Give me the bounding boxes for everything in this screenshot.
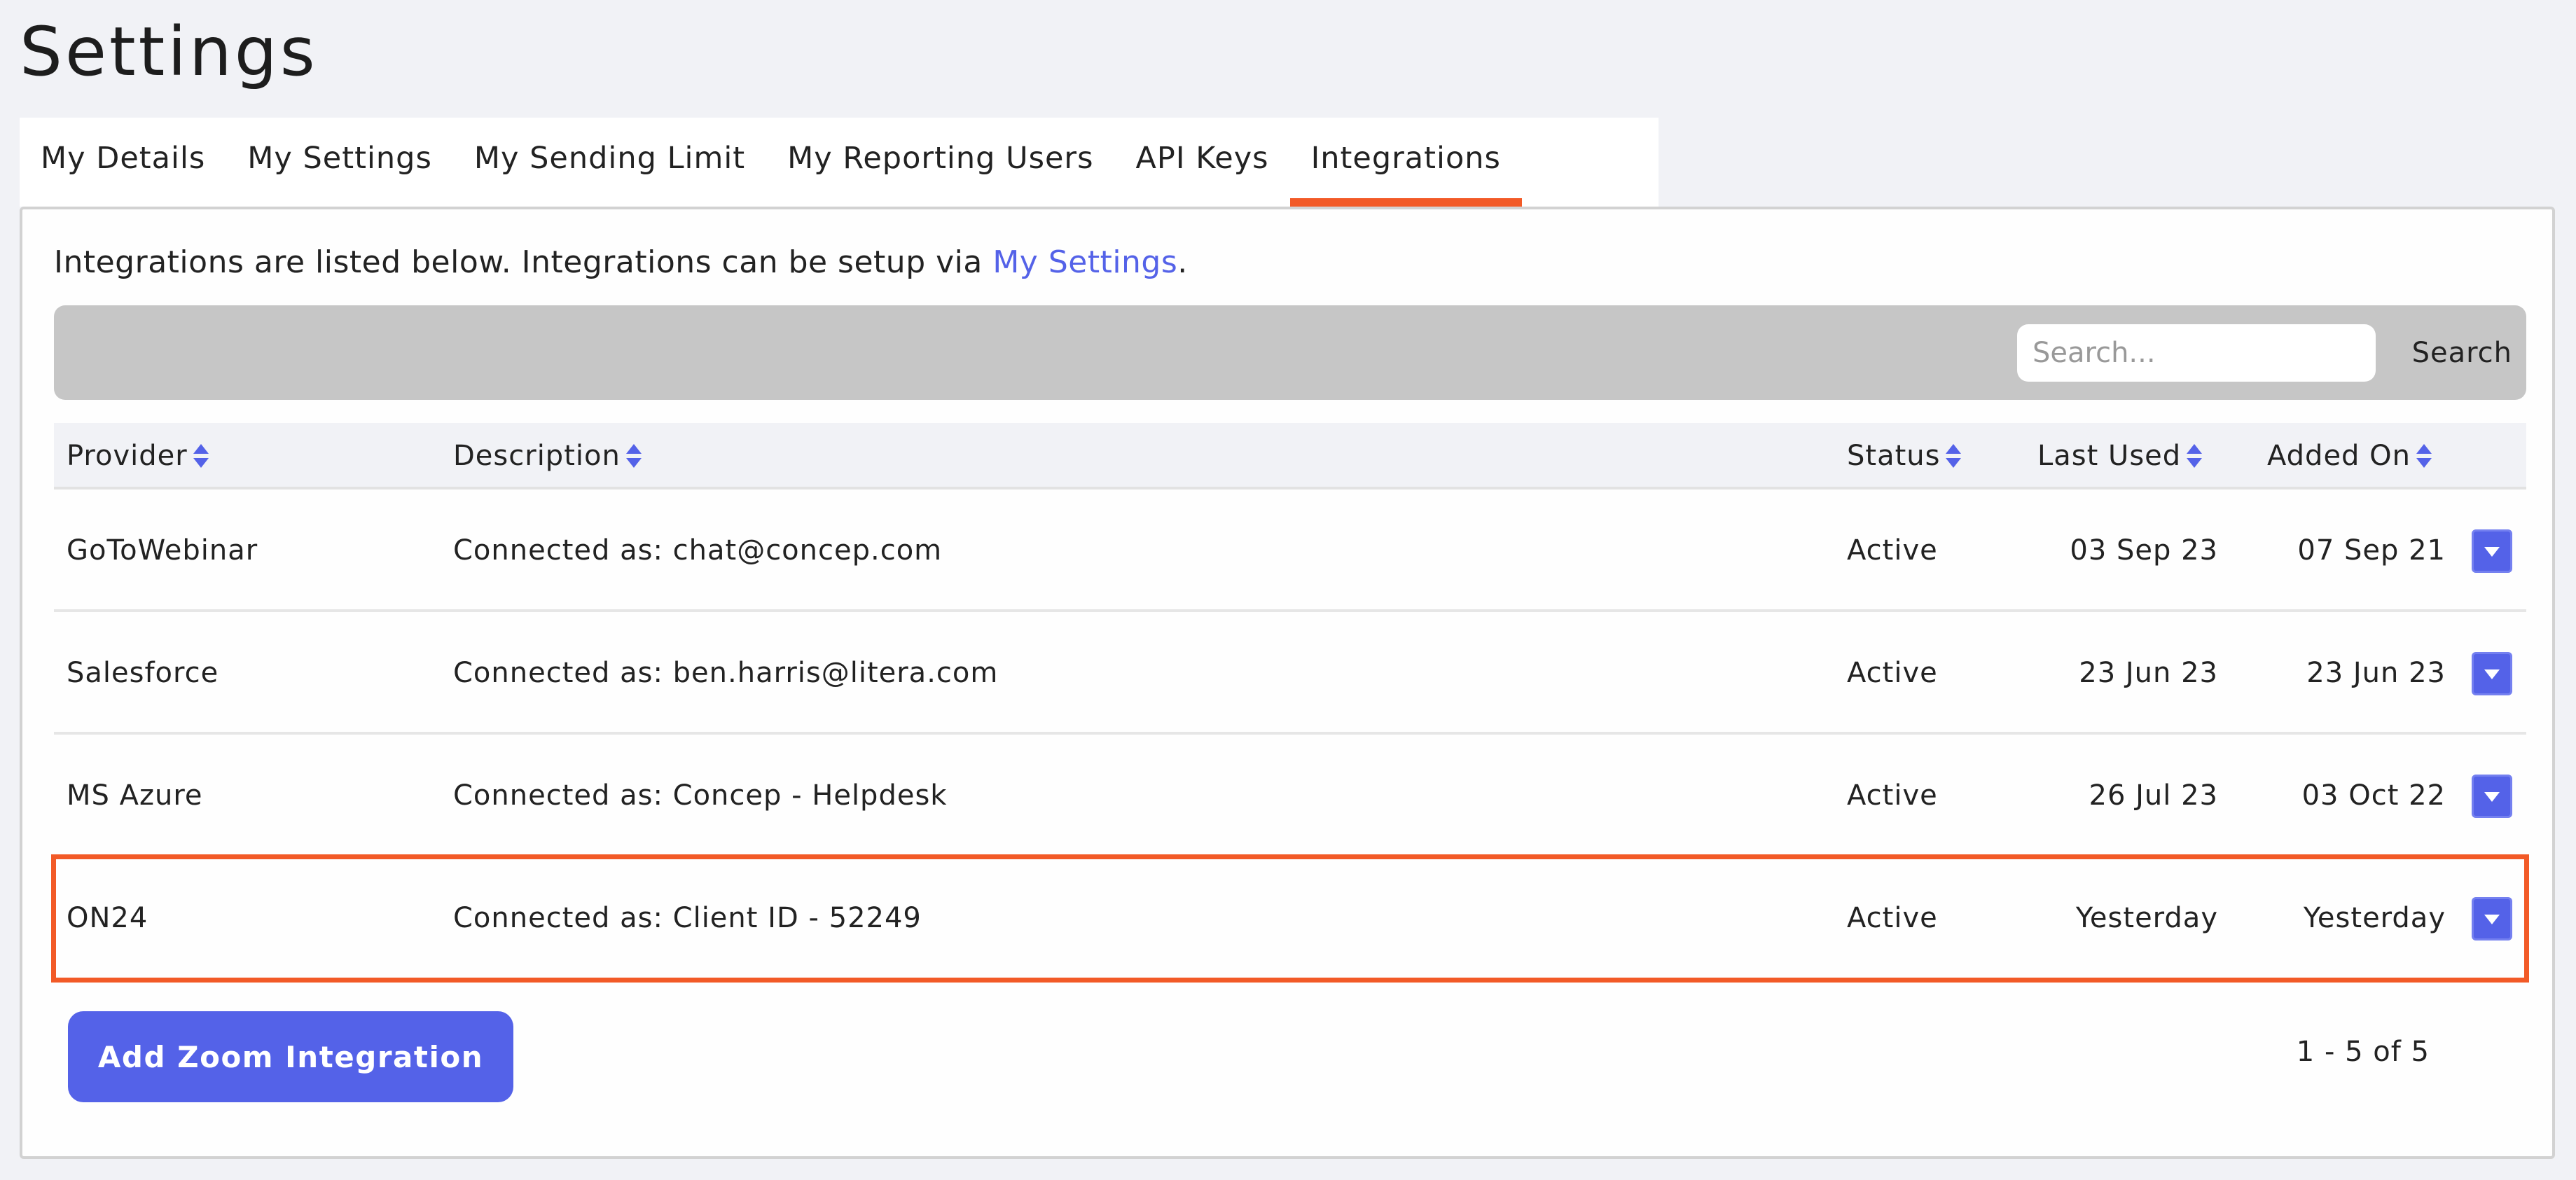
table-header: Provider Description Status Last Used Ad… [54,423,2526,490]
cell-last-used: 26 Jul 23 [2089,779,2218,812]
cell-provider: ON24 [67,902,148,934]
cell-description: Connected as: Concep - Helpdesk [453,779,948,812]
sort-icon [193,444,209,468]
cell-added-on: 07 Sep 21 [2297,534,2446,567]
tab-api-keys[interactable]: API Keys [1115,118,1290,207]
row-actions-dropdown-icon[interactable] [2472,652,2512,695]
add-zoom-integration-button[interactable]: Add Zoom Integration [68,1011,513,1102]
cell-last-used: 03 Sep 23 [2070,534,2218,567]
column-header-provider[interactable]: Provider [67,423,209,490]
column-header-status[interactable]: Status [1847,423,1962,490]
cell-status: Active [1847,902,1938,934]
column-label: Description [453,440,621,472]
cell-added-on: Yesterday [2303,902,2446,934]
cell-provider: MS Azure [67,779,203,812]
cell-provider: GoToWebinar [67,534,258,567]
integrations-panel: Integrations are listed below. Integrati… [20,207,2555,1159]
tab-my-reporting-users[interactable]: My Reporting Users [766,118,1114,207]
row-actions-dropdown-icon[interactable] [2472,897,2512,940]
sort-icon [2416,444,2432,468]
cell-last-used: 23 Jun 23 [2079,657,2218,689]
table-row-highlighted: ON24 Connected as: Client ID - 52249 Act… [51,854,2529,983]
tab-my-settings[interactable]: My Settings [226,118,453,207]
cell-added-on: 23 Jun 23 [2306,657,2446,689]
table-row: GoToWebinar Connected as: chat@concep.co… [54,490,2526,612]
tab-my-details[interactable]: My Details [20,118,226,207]
row-actions-dropdown-icon[interactable] [2472,775,2512,818]
column-header-description[interactable]: Description [453,423,642,490]
sort-icon [625,444,642,468]
page-title: Settings [20,13,318,91]
sort-icon [2187,444,2203,468]
cell-status: Active [1847,657,1938,689]
cell-provider: Salesforce [67,657,219,689]
settings-tabs: My Details My Settings My Sending Limit … [20,118,1659,207]
intro-text: Integrations are listed below. Integrati… [54,244,1188,280]
tab-integrations[interactable]: Integrations [1289,118,1523,207]
column-label: Last Used [2037,440,2182,472]
column-label: Status [1847,440,1941,472]
intro-sentence: Integrations are listed below. Integrati… [54,244,993,280]
column-label: Provider [67,440,188,472]
sort-icon [1946,444,1962,468]
row-actions-dropdown-icon[interactable] [2472,529,2512,573]
cell-added-on: 03 Oct 22 [2301,779,2446,812]
column-header-added-on[interactable]: Added On [2267,423,2432,490]
cell-status: Active [1847,534,1938,567]
search-button[interactable]: Search [2412,324,2512,382]
table-row: Salesforce Connected as: ben.harris@lite… [54,612,2526,735]
my-settings-link[interactable]: My Settings [992,244,1177,280]
intro-suffix: . [1177,244,1188,280]
cell-status: Active [1847,779,1938,812]
cell-description: Connected as: chat@concep.com [453,534,943,567]
cell-last-used: Yesterday [2075,902,2218,934]
table-row: MS Azure Connected as: Concep - Helpdesk… [54,735,2526,857]
tab-my-sending-limit[interactable]: My Sending Limit [453,118,766,207]
search-bar: Search [54,305,2526,400]
search-input[interactable] [2017,324,2376,382]
column-label: Added On [2267,440,2411,472]
integrations-table: Provider Description Status Last Used Ad… [51,423,2529,983]
cell-description: Connected as: ben.harris@litera.com [453,657,999,689]
pagination-info: 1 - 5 of 5 [2296,1036,2430,1068]
column-header-last-used[interactable]: Last Used [2037,423,2203,490]
cell-description: Connected as: Client ID - 52249 [453,902,922,934]
